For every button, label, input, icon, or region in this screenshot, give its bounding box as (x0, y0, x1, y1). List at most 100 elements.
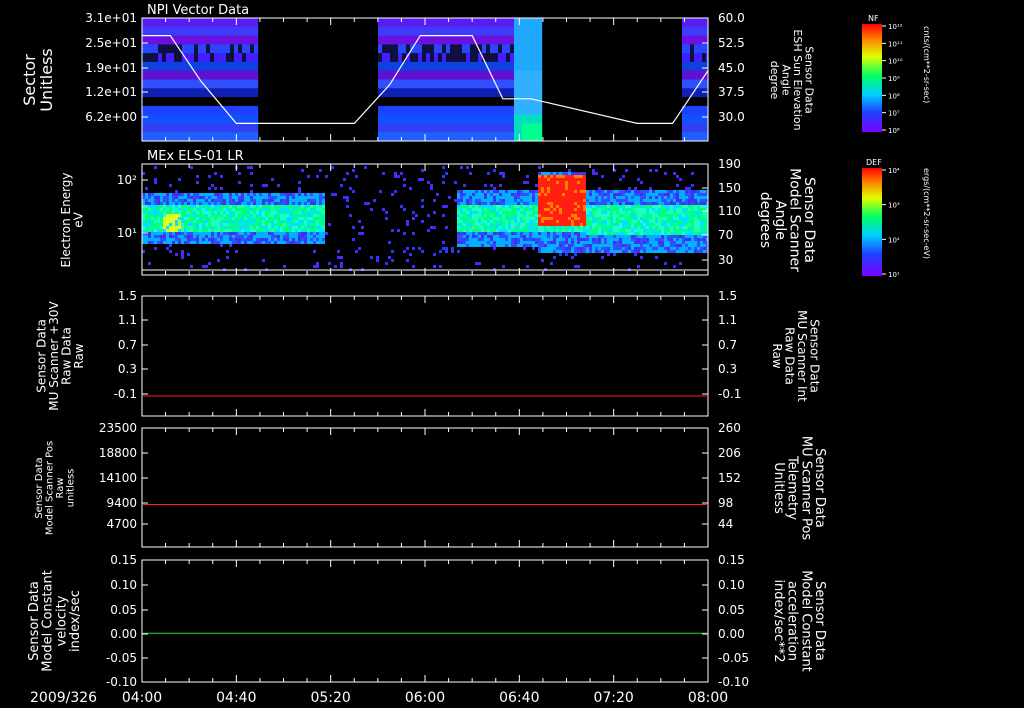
spectro-cell (271, 196, 274, 199)
spectro-cell (535, 199, 538, 202)
npi-cell (450, 114, 455, 124)
npi-cell (530, 88, 535, 98)
spectro-cell (166, 217, 169, 220)
spectro-cell (625, 202, 628, 205)
spectro-cell (499, 193, 502, 196)
spectro-cell (703, 202, 706, 205)
spectro-cell (658, 238, 661, 241)
npi-cell (526, 88, 531, 98)
spectro-cell (538, 202, 541, 205)
spectro-cell (457, 226, 460, 229)
spectro-cell (679, 229, 682, 232)
spectro-cell (265, 211, 268, 214)
spectro-cell (514, 229, 517, 232)
npi-cell (686, 18, 691, 28)
spectro-cell (187, 232, 190, 235)
spectro-cell (457, 235, 460, 238)
npi-cell (210, 18, 215, 28)
spectro-cell (670, 232, 673, 235)
spectro-cell (172, 238, 175, 241)
npi-cell (198, 114, 203, 124)
spectro-cell (289, 229, 292, 232)
spectro-cell (445, 247, 448, 250)
spectro-cell (655, 244, 658, 247)
spectro-cell (517, 226, 520, 229)
spectro-cell (523, 241, 526, 244)
spectro-cell (253, 196, 256, 199)
spectro-cell (658, 199, 661, 202)
spectro-cell (502, 172, 505, 175)
spectro-cell (457, 220, 460, 223)
spectro-cell (598, 229, 601, 232)
spectro-cell (670, 190, 673, 193)
spectro-cell (286, 217, 289, 220)
left-tick-label: 0.3 (118, 362, 137, 376)
spectro-cell (169, 184, 172, 187)
spectro-cell (523, 181, 526, 184)
npi-cell (162, 26, 167, 36)
spectro-cell (199, 211, 202, 214)
npi-cell (142, 114, 147, 124)
npi-cell (414, 70, 419, 80)
spectro-cell (277, 226, 280, 229)
spectro-cell (550, 226, 553, 229)
spectro-cell (160, 223, 163, 226)
spectro-cell (151, 241, 154, 244)
spectro-cell (241, 235, 244, 238)
spectro-cell (679, 202, 682, 205)
panel-5-right-ylabel: index/sec**2 (771, 579, 786, 662)
spectro-cell (187, 235, 190, 238)
npi-cell (462, 70, 467, 80)
spectro-cell (187, 214, 190, 217)
spectro-cell (586, 232, 589, 235)
npi-cell (218, 114, 223, 124)
npi-cell (194, 88, 199, 98)
spectro-cell (238, 217, 241, 220)
spectro-cell (520, 199, 523, 202)
spectro-cell (460, 199, 463, 202)
npi-cell (246, 26, 251, 36)
npi-cell (446, 88, 451, 98)
left-tick-label: 1.9e+01 (85, 61, 137, 75)
spectro-cell (199, 196, 202, 199)
spectro-cell (613, 199, 616, 202)
npi-cell (150, 61, 155, 71)
spectro-cell (373, 199, 376, 202)
spectro-cell (676, 235, 679, 238)
spectro-cell (304, 199, 307, 202)
spectro-cell (568, 235, 571, 238)
spectro-cell (511, 223, 514, 226)
spectro-cell (298, 187, 301, 190)
spectro-cell (172, 211, 175, 214)
spectro-cell (577, 250, 580, 253)
spectro-cell (583, 211, 586, 214)
spectro-cell (313, 214, 316, 217)
spectro-cell (577, 205, 580, 208)
spectro-cell (295, 238, 298, 241)
spectro-cell (526, 220, 529, 223)
spectro-cell (592, 244, 595, 247)
spectro-cell (223, 208, 226, 211)
spectro-cell (283, 199, 286, 202)
spectro-cell (295, 217, 298, 220)
spectro-cell (286, 223, 289, 226)
spectro-cell (667, 208, 670, 211)
spectro-cell (586, 250, 589, 253)
spectro-cell (661, 232, 664, 235)
npi-cell (442, 61, 447, 71)
spectro-cell (205, 232, 208, 235)
spectro-cell (466, 193, 469, 196)
spectro-cell (238, 208, 241, 211)
multi-panel-plot: NPI Vector Data MEx ELS-01 LR 04:00 04:40… (20, 3, 931, 706)
spectro-cell (220, 217, 223, 220)
spectro-cell (685, 223, 688, 226)
npi-cell (470, 35, 475, 45)
npi-cell (410, 53, 415, 63)
spectro-cell (304, 241, 307, 244)
spectro-cell (196, 217, 199, 220)
spectro-cell (154, 205, 157, 208)
spectro-cell (244, 223, 247, 226)
spectro-cell (157, 193, 160, 196)
def-colorbar-label: ergs/(cm**2-sr-sec-eV) (922, 168, 931, 259)
spectro-cell (526, 232, 529, 235)
